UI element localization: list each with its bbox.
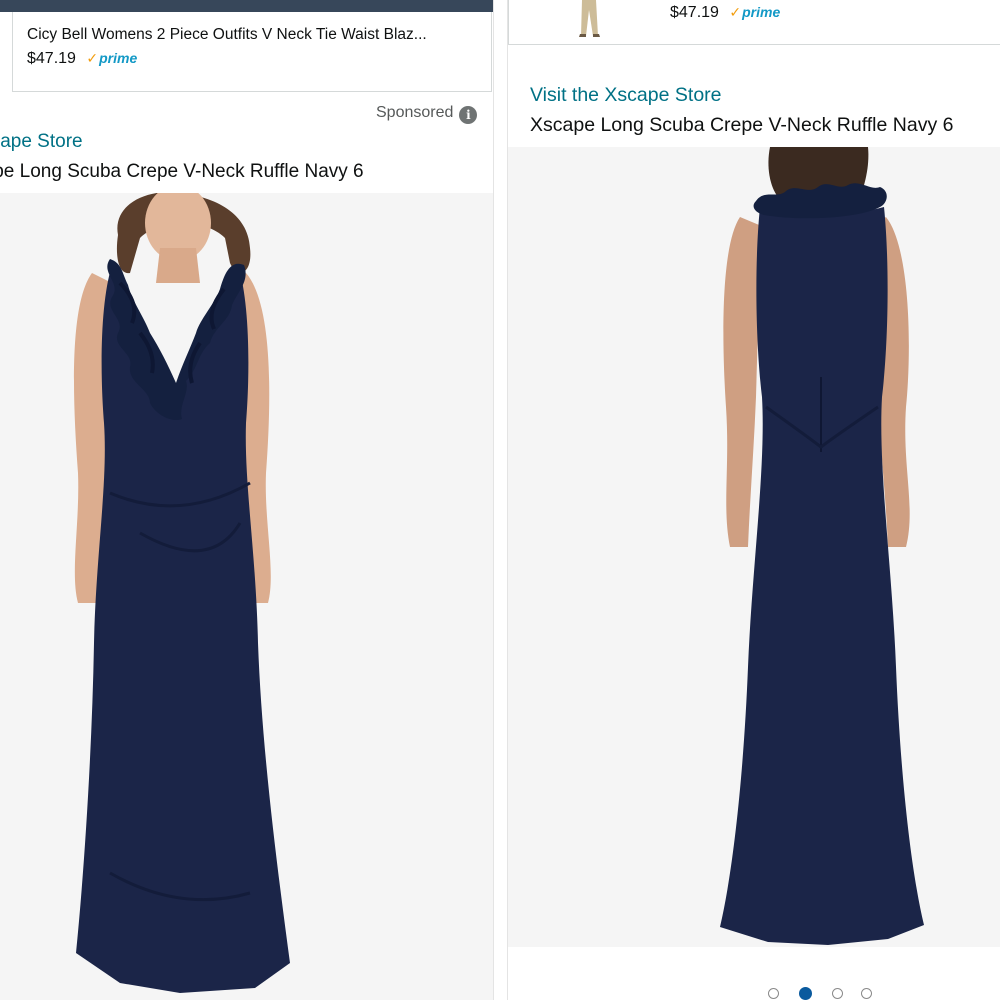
dress-back-illustration — [720, 147, 924, 945]
store-link-text[interactable]: Visit the Xscape Store — [0, 131, 83, 152]
prime-label-right: prime — [742, 4, 781, 20]
carousel-dot[interactable] — [832, 988, 843, 999]
store-link-right[interactable]: Visit the Xscape Store — [530, 84, 722, 107]
banner-price-row: $47.19 ✓prime — [27, 50, 137, 68]
banner-product-thumbnail[interactable] — [570, 0, 610, 40]
header-bar — [0, 0, 493, 12]
info-icon[interactable]: i — [459, 106, 478, 124]
sponsored-label[interactable]: Sponsored i — [376, 104, 478, 124]
product-image-right[interactable] — [508, 147, 1000, 947]
prime-check-icon: ✓ — [86, 50, 99, 66]
prime-badge-right: ✓prime — [729, 4, 780, 20]
dress-front-illustration — [73, 193, 290, 993]
prime-badge: ✓prime — [86, 50, 137, 66]
banner-price: $47.19 — [27, 50, 76, 67]
carousel-dot-active[interactable] — [799, 987, 812, 1000]
panel-divider — [493, 0, 508, 1000]
carousel-indicator — [760, 984, 890, 1000]
prime-label: prime — [99, 50, 138, 66]
carousel-dot[interactable] — [768, 988, 779, 999]
divider-line-left — [493, 0, 494, 1000]
product-title-right: Xscape Long Scuba Crepe V-Neck Ruffle Na… — [530, 114, 954, 136]
banner-product-title[interactable]: Cicy Bell Womens 2 Piece Outfits V Neck … — [27, 26, 427, 44]
store-link[interactable]: Visit the Xscape Store — [0, 131, 493, 153]
product-title: Xscape Long Scuba Crepe V-Neck Ruffle Na… — [0, 161, 493, 183]
product-title-text: Xscape Long Scuba Crepe V-Neck Ruffle Na… — [0, 161, 364, 182]
sponsored-text: Sponsored — [376, 104, 454, 121]
carousel-dot[interactable] — [861, 988, 872, 999]
banner-price-right: $47.19 — [670, 4, 719, 21]
product-image[interactable] — [0, 193, 493, 1000]
prime-check-icon: ✓ — [729, 4, 742, 20]
banner-price-row-right: $47.19 ✓prime — [670, 4, 780, 22]
